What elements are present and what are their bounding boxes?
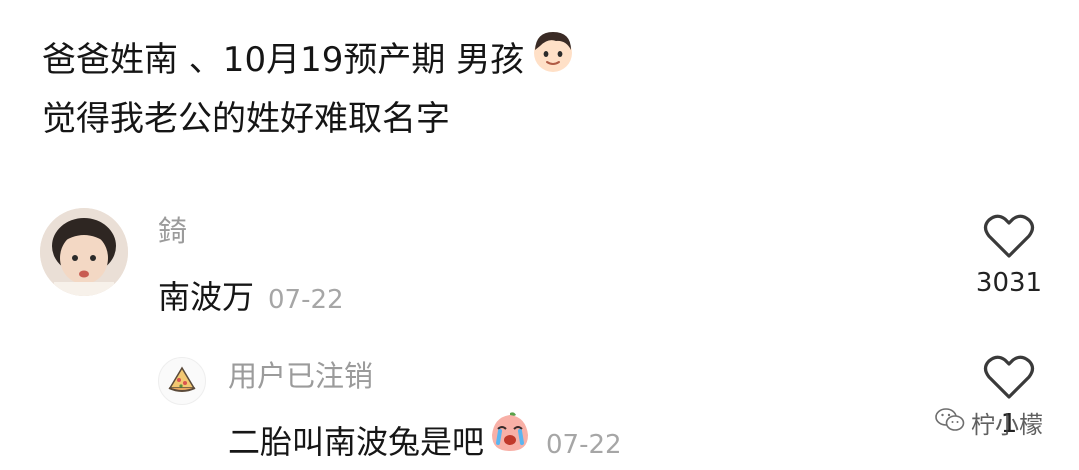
comment-text: 二胎叫南波兔是吧 (228, 423, 485, 461)
wechat-icon (935, 407, 965, 439)
boy-face-emoji-icon (530, 28, 576, 91)
like-count: 3031 (975, 268, 1043, 298)
post-text-line-1: 爸爸姓南 、10月19预产期 男孩 (42, 39, 525, 80)
watermark: 柠小檬 (935, 405, 1043, 440)
heart-icon[interactable] (983, 214, 1035, 264)
crying-peach-emoji-icon (488, 411, 532, 457)
comment-body: 南波万 07-22 (158, 272, 344, 318)
post-line-1: 爸爸姓南 、10月19预产期 男孩 (42, 28, 576, 91)
heart-icon[interactable] (983, 355, 1035, 405)
post-line-2: 觉得我老公的姓好难取名字 (42, 91, 576, 147)
comment-username[interactable]: 錡 (158, 208, 187, 250)
reply-item: 用户已注销 二胎叫南波兔是吧 07-22 1 (0, 345, 1079, 461)
post-content: 爸爸姓南 、10月19预产期 男孩 觉得我老公的姓好难取名字 (42, 28, 576, 147)
comment-date: 07-22 (546, 430, 622, 460)
comment-item: 錡 南波万 07-22 3031 (0, 200, 1079, 316)
avatar[interactable] (158, 357, 206, 405)
like-button[interactable]: 3031 (969, 212, 1049, 298)
comment-username[interactable]: 用户已注销 (228, 353, 373, 395)
avatar[interactable] (40, 208, 128, 296)
comment-text: 南波万 (158, 278, 255, 316)
comment-body: 二胎叫南波兔是吧 07-22 (228, 411, 622, 463)
comment-date: 07-22 (268, 285, 344, 315)
watermark-text: 柠小檬 (971, 411, 1043, 439)
post-text-line-2: 觉得我老公的姓好难取名字 (42, 99, 450, 139)
